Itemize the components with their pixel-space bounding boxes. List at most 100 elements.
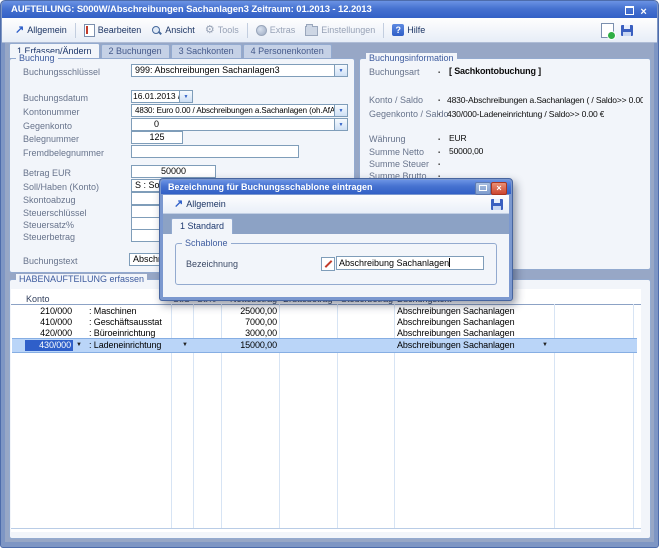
- menu-label: Ansicht: [165, 25, 195, 35]
- buchungsschluessel-combo[interactable]: 999: Abschreibungen Sachanlagen3 ▼: [131, 64, 348, 77]
- betrag-eur-label: Betrag EUR: [23, 168, 71, 178]
- edit-document-icon: [84, 24, 95, 37]
- close-button[interactable]: ×: [637, 4, 650, 15]
- schablone-group-label: Schablone: [182, 238, 231, 249]
- konto-cell-editing[interactable]: 430/000: [25, 340, 73, 351]
- tab-standard[interactable]: 1 Standard: [171, 218, 233, 234]
- kontoname-cell: : Ladeneinrichtung: [89, 340, 161, 351]
- buchungsschluessel-value: 999: Abschreibungen Sachanlagen3: [132, 65, 334, 76]
- dialog-menu-allgemein[interactable]: ↗ Allgemein: [169, 197, 231, 211]
- summe-netto-value: 50000,00: [449, 146, 483, 156]
- column-header-konto[interactable]: Konto: [26, 294, 50, 304]
- dialog-close-button[interactable]: ×: [491, 182, 507, 195]
- chevron-down-icon[interactable]: ▼: [334, 105, 347, 116]
- chevron-down-icon[interactable]: ▼: [182, 341, 188, 350]
- chevron-down-icon[interactable]: ▼: [179, 91, 192, 102]
- steuerschluessel-label: Steuerschlüssel: [23, 208, 87, 218]
- betrag-eur-field[interactable]: 50000: [131, 165, 216, 178]
- bullet-icon: ▪: [438, 149, 440, 158]
- table-row[interactable]: 210/000 : Maschinen 25000,00 Abschreibun…: [12, 306, 639, 317]
- konto-saldo-value: 4830-Abschreibungen a.Sachanlagen ( / Sa…: [447, 95, 643, 105]
- menu-label: Bearbeiten: [98, 25, 142, 35]
- arrow-ne-icon: ↗: [174, 199, 183, 209]
- skontoabzug-label: Skontoabzug: [23, 195, 76, 205]
- waehrung-value: EUR: [449, 133, 467, 143]
- menu-separator: [383, 23, 384, 38]
- buchungsdatum-combo[interactable]: 16.01.2013 /Mi ▼: [131, 90, 193, 103]
- buchungsdatum-label: Buchungsdatum: [23, 93, 88, 103]
- restore-button[interactable]: [623, 4, 635, 15]
- chevron-down-icon[interactable]: ▼: [542, 341, 548, 350]
- tab-sachkonten[interactable]: 3 Sachkonten: [171, 44, 242, 58]
- restore-icon: [625, 6, 634, 15]
- nettobetrag-cell: 25000,00: [216, 306, 277, 317]
- title-bar: AUFTEILUNG: S000W/Abschreibungen Sachanl…: [2, 1, 657, 18]
- bezeichnung-input[interactable]: Abschreibung Sachanlagen: [336, 256, 484, 270]
- save-button[interactable]: [621, 25, 633, 36]
- dialog-title-bar: Bezeichnung für Buchungsschablone eintra…: [161, 180, 511, 194]
- kontonummer-combo[interactable]: 4830: Euro 0.00 / Abschreibungen a.Sacha…: [131, 104, 348, 117]
- gegenkonto-combo[interactable]: 0 ▼: [131, 118, 348, 131]
- folder-icon: [305, 26, 318, 36]
- chevron-down-icon[interactable]: ▼: [334, 119, 347, 130]
- soll-haben-label: Soll/Haben (Konto): [23, 182, 99, 192]
- tab-personenkonten[interactable]: 4 Personenkonten: [243, 44, 332, 58]
- green-badge-icon: [607, 31, 616, 40]
- chevron-down-icon[interactable]: ▼: [334, 65, 347, 76]
- steuerbetrag-label: Steuerbetrag: [23, 232, 75, 242]
- dialog-save-button[interactable]: [491, 199, 503, 210]
- buchungstext-cell: Abschreibungen Sachanlagen: [397, 340, 515, 351]
- menu-hilfe[interactable]: ? Hilfe: [387, 22, 430, 38]
- restore-icon: [479, 185, 487, 191]
- bullet-icon: ▪: [438, 161, 440, 170]
- belegnummer-field[interactable]: 125: [131, 131, 183, 144]
- menu-tools[interactable]: ⚙ Tools: [200, 23, 244, 38]
- sphere-icon: [256, 25, 267, 36]
- fremdbelegnummer-label: Fremdbelegnummer: [23, 148, 104, 158]
- menu-einstellungen[interactable]: Einstellungen: [300, 22, 380, 38]
- menu-bar: ↗ Allgemein Bearbeiten Ansicht ⚙ Tools E…: [2, 18, 657, 43]
- tab-buchungen[interactable]: 2 Buchungen: [101, 44, 170, 58]
- edit-pencil-icon[interactable]: [321, 257, 335, 271]
- buchungsart-label: Buchungsart: [369, 67, 420, 77]
- menu-separator: [247, 23, 248, 38]
- arrow-ne-icon: ↗: [15, 25, 24, 35]
- dialog-restore-button[interactable]: [475, 182, 491, 195]
- app-window: AUFTEILUNG: S000W/Abschreibungen Sachanl…: [0, 0, 659, 548]
- schablone-group: Schablone Bezeichnung Abschreibung Sacha…: [175, 243, 497, 285]
- kontonummer-value: 4830: Euro 0.00 / Abschreibungen a.Sacha…: [132, 105, 334, 116]
- habenaufteilung-group-label: HABENAUFTEILUNG erfassen: [16, 274, 147, 285]
- menu-extras[interactable]: Extras: [251, 23, 301, 38]
- table-row[interactable]: 410/000 : Geschäftsausstat 7000,00 Absch…: [12, 317, 639, 328]
- menu-label: Tools: [218, 25, 239, 35]
- belegnummer-label: Belegnummer: [23, 134, 79, 144]
- nettobetrag-cell: 7000,00: [216, 317, 277, 328]
- table-row-selected[interactable]: 430/000 ▼ : Ladeneinrichtung ▼ 15000,00 …: [12, 338, 637, 353]
- chevron-down-icon[interactable]: ▼: [76, 341, 82, 350]
- steuersatz-label: Steuersatz%: [23, 220, 74, 230]
- kontoname-cell: : Maschinen: [89, 306, 136, 317]
- kontoname-cell: : Geschäftsausstat: [89, 317, 162, 328]
- buchungsinformation-group-label: Buchungsinformation: [366, 53, 457, 64]
- buchungsdatum-value: 16.01.2013 /Mi: [132, 91, 179, 102]
- menu-label: Extras: [270, 25, 296, 35]
- menu-label: Allgemein: [186, 199, 226, 209]
- bezeichnung-label: Bezeichnung: [186, 259, 238, 269]
- menu-ansicht[interactable]: Ansicht: [146, 23, 200, 38]
- bullet-icon: ▪: [438, 97, 440, 106]
- summe-netto-label: Summe Netto: [369, 147, 424, 157]
- gegenkonto-saldo-value: 430/000-Ladeneinrichtung / Saldo>> 0.00 …: [447, 109, 604, 119]
- new-document-button[interactable]: [601, 23, 614, 38]
- bullet-icon: ▪: [438, 69, 440, 78]
- dialog-menu-bar: ↗ Allgemein: [163, 195, 509, 214]
- dialog-content: Schablone Bezeichnung Abschreibung Sacha…: [163, 234, 509, 297]
- dialog-tab-strip: 1 Standard: [163, 214, 509, 234]
- konto-cell: 210/000: [14, 306, 72, 317]
- buchungstext-label: Buchungstext: [23, 256, 78, 266]
- fremdbelegnummer-field[interactable]: [131, 145, 299, 158]
- konto-saldo-label: Konto / Saldo: [369, 95, 423, 105]
- menu-bearbeiten[interactable]: Bearbeiten: [79, 22, 147, 39]
- menu-separator: [75, 23, 76, 38]
- window-title: AUFTEILUNG: S000W/Abschreibungen Sachanl…: [11, 4, 372, 15]
- menu-allgemein[interactable]: ↗ Allgemein: [10, 23, 72, 37]
